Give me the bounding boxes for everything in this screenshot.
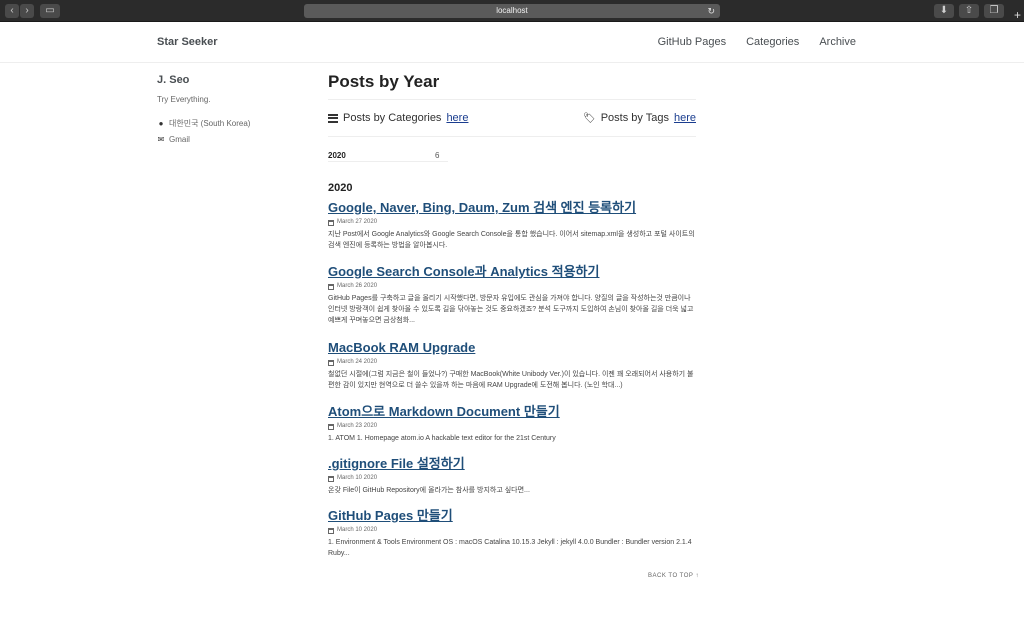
post-entry: Google, Naver, Bing, Daum, Zum 검색 엔진 등록하… [328, 200, 696, 251]
author-email-text: Gmail [169, 135, 190, 144]
post-date-text: March 10 2020 [337, 475, 378, 481]
tabs-icon[interactable]: ❐ [984, 4, 1004, 18]
calendar-icon [328, 423, 334, 430]
address-bar[interactable]: localhost ↻ [304, 4, 720, 18]
nav-archive[interactable]: Archive [819, 36, 856, 48]
posts-by-categories-label: Posts by Categories [343, 112, 442, 124]
back-icon[interactable]: ‹ [5, 4, 19, 18]
post-entry: Atom으로 Markdown Document 만들기 March 23 20… [328, 404, 696, 444]
post-date: March 27 2020 [328, 218, 696, 227]
post-date: March 10 2020 [328, 526, 696, 535]
post-date-text: March 10 2020 [337, 527, 378, 533]
site-title[interactable]: Star Seeker [157, 36, 218, 48]
forward-icon[interactable]: › [20, 4, 34, 18]
post-date-text: March 24 2020 [337, 359, 378, 365]
post-entry: Google Search Console과 Analytics 적용하기 Ma… [328, 264, 696, 326]
post-date-text: March 27 2020 [337, 219, 378, 225]
post-entry: .gitignore File 설정하기 March 10 2020 온갖 Fi… [328, 456, 696, 496]
post-excerpt: GitHub Pages를 구축하고 글을 올리기 시작했다면, 방문자 유입에… [328, 295, 694, 324]
nav-github-pages[interactable]: GitHub Pages [658, 36, 726, 48]
author-location-text: 대한민국 (South Korea) [169, 119, 251, 128]
year-index-item[interactable]: 2020 6 [328, 150, 448, 162]
post-date: March 23 2020 [328, 422, 696, 431]
page-title: Posts by Year [328, 72, 440, 91]
posts-by-tags: 🏷 Posts by Tags here [583, 112, 696, 124]
posts-by-categories: Posts by Categories here [328, 112, 468, 124]
reload-icon[interactable]: ↻ [707, 4, 715, 18]
tags-here-link[interactable]: here [674, 112, 696, 124]
post-title-link[interactable]: .gitignore File 설정하기 [328, 456, 696, 472]
masthead: Star Seeker GitHub Pages Categories Arch… [0, 22, 1024, 63]
download-icon[interactable]: ⬇ [934, 4, 954, 18]
post-date-text: March 26 2020 [337, 283, 378, 289]
calendar-icon [328, 475, 334, 482]
divider [328, 136, 696, 137]
tags-icon: 🏷 [582, 112, 596, 124]
post-title-link[interactable]: Google, Naver, Bing, Daum, Zum 검색 엔진 등록하… [328, 200, 696, 216]
post-title-link[interactable]: Google Search Console과 Analytics 적용하기 [328, 264, 696, 280]
post-excerpt: 철없던 시절에(그럼 지금은 철이 들었나?) 구매한 MacBook(Whit… [328, 371, 694, 389]
post-excerpt: 1. Environment & Tools Environment OS : … [328, 539, 692, 557]
calendar-icon [328, 283, 334, 290]
post-date-text: March 23 2020 [337, 423, 378, 429]
calendar-icon [328, 219, 334, 226]
categories-here-link[interactable]: here [446, 112, 468, 124]
year-heading: 2020 [328, 182, 353, 194]
post-date: March 26 2020 [328, 282, 696, 291]
year-index-count: 6 [435, 151, 440, 160]
back-to-top-link[interactable]: BACK TO TOP ↑ [648, 573, 699, 579]
post-entry: GitHub Pages 만들기 March 10 2020 1. Enviro… [328, 508, 696, 559]
year-index-year: 2020 [328, 151, 346, 160]
post-entry: MacBook RAM Upgrade March 24 2020 철없던 시절… [328, 340, 696, 391]
nav-categories[interactable]: Categories [746, 36, 799, 48]
browser-toolbar: ‹ › ▭ localhost ↻ ⬇ ⇧ ❐ + [0, 0, 1024, 22]
url-text: localhost [496, 6, 528, 15]
envelope-icon: ✉ [157, 135, 165, 144]
post-excerpt: 온갖 File이 GitHub Repository에 올라가는 참사를 방지하… [328, 487, 530, 494]
post-excerpt: 1. ATOM 1. Homepage atom.io A hackable t… [328, 435, 556, 442]
new-tab-icon[interactable]: + [1011, 8, 1024, 22]
post-date: March 24 2020 [328, 358, 696, 367]
author-name: J. Seo [157, 74, 190, 86]
post-title-link[interactable]: GitHub Pages 만들기 [328, 508, 696, 524]
map-marker-icon: ● [158, 119, 164, 128]
posts-by-tags-label: Posts by Tags [600, 112, 669, 124]
post-title-link[interactable]: Atom으로 Markdown Document 만들기 [328, 404, 696, 420]
list-icon [328, 113, 338, 123]
author-email-link[interactable]: ✉ Gmail [157, 135, 190, 144]
post-title-link[interactable]: MacBook RAM Upgrade [328, 340, 696, 356]
post-excerpt: 지난 Post에서 Google Analytics와 Google Searc… [328, 231, 695, 249]
author-location: ● 대한민국 (South Korea) [157, 118, 251, 129]
post-date: March 10 2020 [328, 474, 696, 483]
author-bio: Try Everything. [157, 95, 211, 104]
calendar-icon [328, 359, 334, 366]
share-icon[interactable]: ⇧ [959, 4, 979, 18]
divider [328, 99, 696, 100]
calendar-icon [328, 527, 334, 534]
sidebar-toggle-icon[interactable]: ▭ [40, 4, 60, 18]
main-nav: GitHub Pages Categories Archive [658, 36, 856, 48]
